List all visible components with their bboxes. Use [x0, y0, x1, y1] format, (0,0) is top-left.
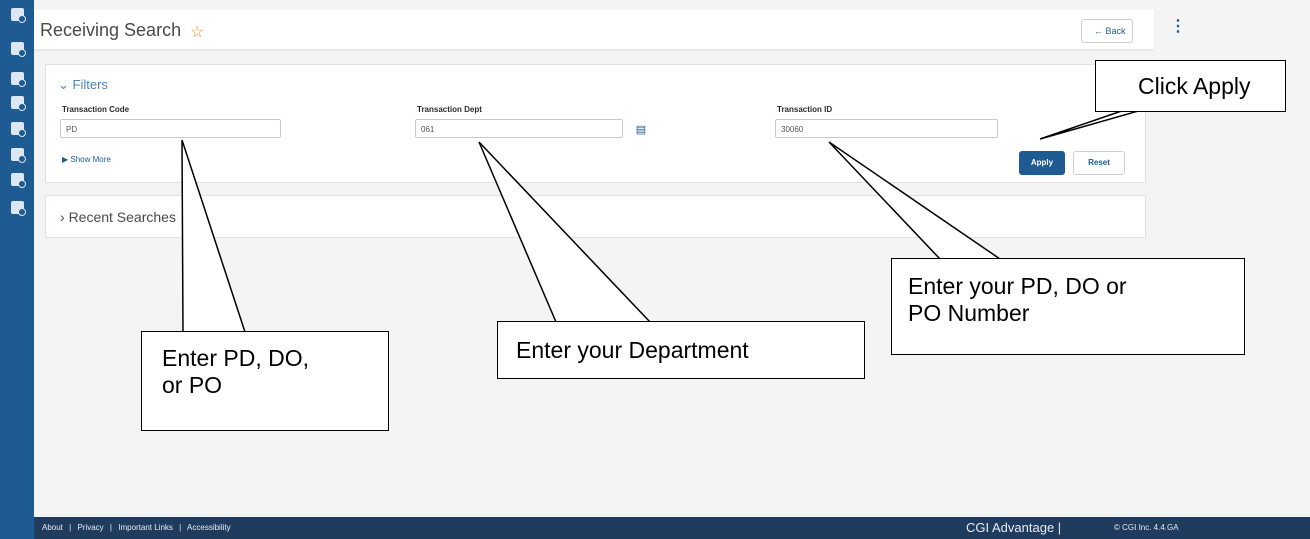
transaction-code-callout: Enter PD, DO, or PO [141, 331, 389, 431]
apply-callout: Click Apply [1095, 60, 1286, 112]
department-callout: Enter your Department [497, 321, 865, 379]
code-callout-pointer [181, 139, 247, 333]
number-callout-pointer [828, 141, 1003, 260]
transaction-number-callout: Enter your PD, DO or PO Number [891, 258, 1245, 355]
dept-callout-pointer [478, 141, 652, 323]
